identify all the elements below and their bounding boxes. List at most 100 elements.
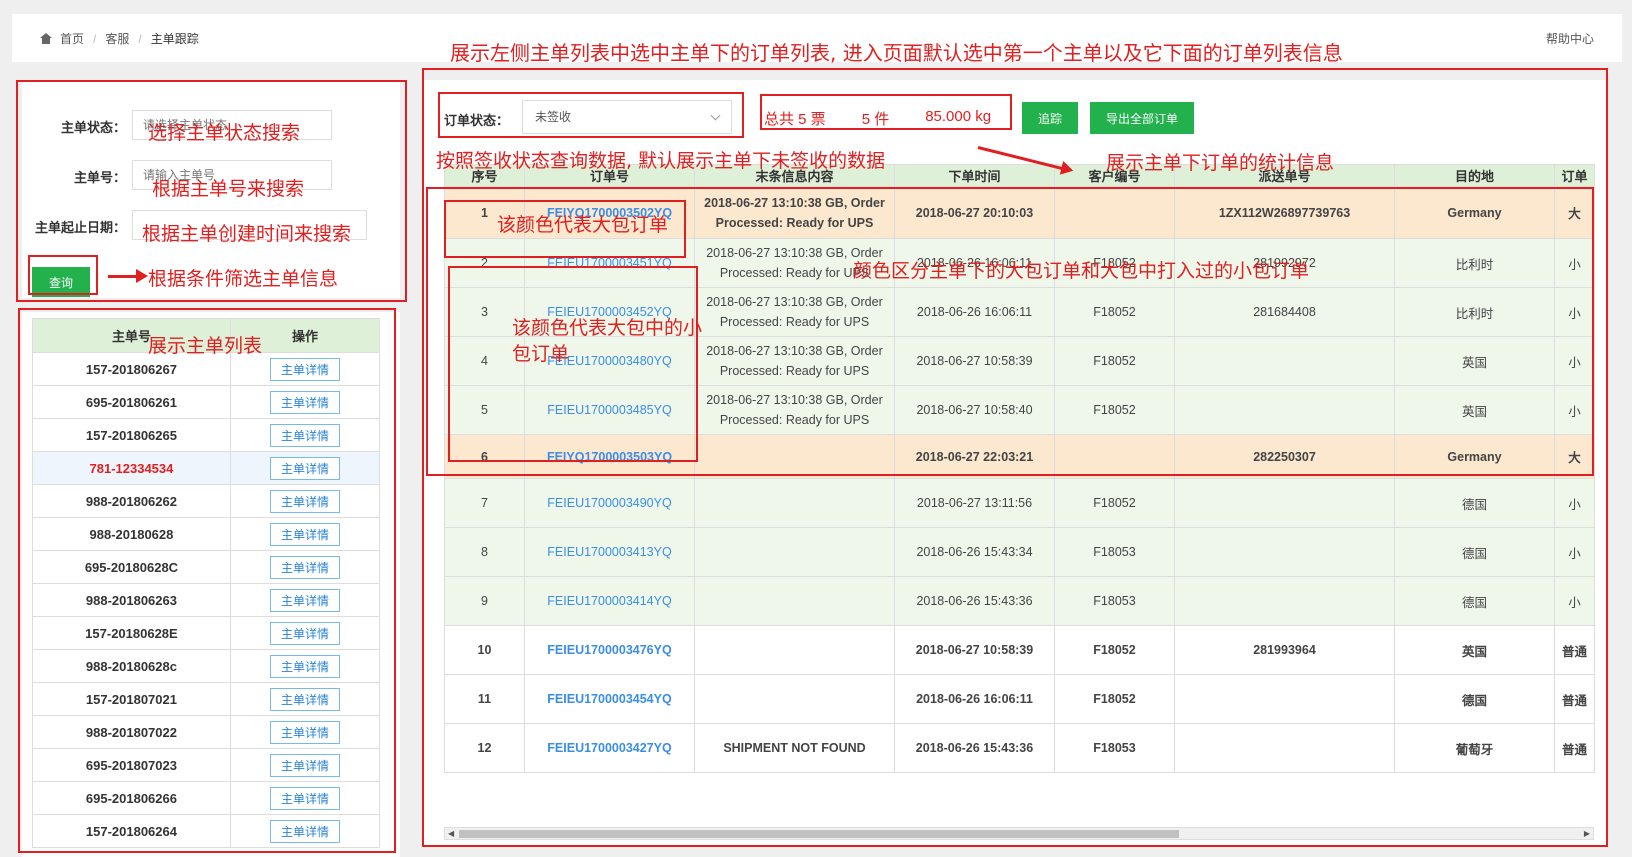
master-number[interactable]: 695-201806266 — [32, 781, 231, 815]
order-number-link[interactable]: FEIEU1700003413YQ — [524, 527, 695, 577]
master-row[interactable]: 695-201806261 主单详情 — [32, 385, 381, 419]
order-seq: 12 — [444, 723, 525, 773]
master-number[interactable]: 695-201807023 — [32, 748, 231, 782]
order-row[interactable]: 9 FEIEU1700003414YQ 2018-06-26 15:43:36 F18… — [444, 576, 1595, 626]
order-destination: 英国 — [1394, 625, 1555, 675]
order-row[interactable]: 8 FEIEU1700003413YQ 2018-06-26 15:43:34 F18… — [444, 527, 1595, 577]
track-button[interactable]: 追踪 — [1022, 102, 1078, 134]
order-status-select[interactable]: 未签收 — [522, 100, 732, 134]
master-number[interactable]: 157-20180628E — [32, 616, 231, 650]
master-action-cell: 主单详情 — [229, 583, 381, 617]
order-number-link[interactable]: FEIEU1700003427YQ — [524, 723, 695, 773]
breadcrumb-parent[interactable]: 客服 — [105, 30, 129, 47]
master-row[interactable]: 988-20180628c 主单详情 — [32, 649, 381, 683]
order-row[interactable]: 11 FEIEU1700003454YQ 2018-06-26 16:06:11 F1… — [444, 674, 1595, 724]
breadcrumb-separator: / — [93, 31, 97, 46]
master-detail-button[interactable]: 主单详情 — [269, 489, 340, 513]
order-row[interactable]: 5 FEIEU1700003485YQ 2018-06-27 13:10:38 GB… — [444, 385, 1595, 435]
master-row[interactable]: 988-20180628 主单详情 — [32, 517, 381, 551]
order-customer: F18052 — [1054, 625, 1175, 675]
master-number[interactable]: 157-201807021 — [32, 682, 231, 716]
order-customer: F18052 — [1054, 478, 1175, 528]
master-action-cell: 主单详情 — [229, 715, 381, 749]
master-row[interactable]: 695-201806266 主单详情 — [32, 781, 381, 815]
master-number[interactable]: 781-12334534 — [32, 451, 231, 485]
order-number-link[interactable]: FEIEU1700003451YQ — [524, 238, 695, 288]
master-detail-button[interactable]: 主单详情 — [269, 390, 340, 414]
master-detail-button[interactable]: 主单详情 — [269, 786, 340, 810]
order-number-link[interactable]: FEIEU1700003476YQ — [524, 625, 695, 675]
master-detail-button[interactable]: 主单详情 — [269, 687, 340, 711]
master-detail-button[interactable]: 主单详情 — [269, 588, 340, 612]
order-seq: 7 — [444, 478, 525, 528]
master-action-cell: 主单详情 — [229, 484, 381, 518]
order-customer — [1054, 434, 1175, 479]
order-number-link[interactable]: FEIYQ1700003503YQ — [524, 434, 695, 479]
master-number[interactable]: 695-20180628C — [32, 550, 231, 584]
master-row[interactable]: 988-201806263 主单详情 — [32, 583, 381, 617]
order-destination: Germany — [1394, 434, 1555, 479]
order-destination: Germany — [1394, 186, 1555, 239]
master-detail-button[interactable]: 主单详情 — [269, 720, 340, 744]
order-delivery-number — [1174, 336, 1395, 386]
master-number[interactable]: 988-201806263 — [32, 583, 231, 617]
query-button[interactable]: 查询 — [32, 267, 90, 297]
order-time: 2018-06-26 15:43:36 — [894, 576, 1055, 626]
master-detail-button[interactable]: 主单详情 — [269, 654, 340, 678]
order-last-info: 2018-06-27 13:10:38 GB, Order Processed:… — [694, 385, 895, 435]
master-number[interactable]: 988-201806262 — [32, 484, 231, 518]
master-row[interactable]: 988-201807022 主单详情 — [32, 715, 381, 749]
order-delivery-number — [1174, 723, 1395, 773]
order-number-link[interactable]: FEIEU1700003485YQ — [524, 385, 695, 435]
help-center-link[interactable]: 帮助中心 — [1546, 30, 1594, 47]
order-destination: 英国 — [1394, 385, 1555, 435]
master-row[interactable]: 157-201806265 主单详情 — [32, 418, 381, 452]
order-header-7: 订单 — [1554, 164, 1595, 187]
order-row[interactable]: 7 FEIEU1700003490YQ 2018-06-27 13:11:56 F18… — [444, 478, 1595, 528]
breadcrumb-home[interactable]: 首页 — [60, 30, 84, 47]
master-number[interactable]: 157-201806265 — [32, 418, 231, 452]
master-number[interactable]: 988-201807022 — [32, 715, 231, 749]
master-detail-button[interactable]: 主单详情 — [269, 753, 340, 777]
master-detail-button[interactable]: 主单详情 — [269, 423, 340, 447]
master-detail-button[interactable]: 主单详情 — [269, 555, 340, 579]
horizontal-scrollbar[interactable]: ◀ ▶ — [444, 827, 1594, 840]
master-row[interactable]: 695-201807023 主单详情 — [32, 748, 381, 782]
order-destination: 德国 — [1394, 674, 1555, 724]
annotation-list: 展示主单列表 — [148, 335, 263, 357]
order-row[interactable]: 10 FEIEU1700003476YQ 2018-06-27 10:58:39 F1… — [444, 625, 1595, 675]
order-row[interactable]: 12 FEIEU1700003427YQ SHIPMENT NOT FOUND 201… — [444, 723, 1595, 773]
master-number[interactable]: 988-20180628 — [32, 517, 231, 551]
order-delivery-number — [1174, 527, 1395, 577]
master-row[interactable]: 781-12334534 主单详情 — [32, 451, 381, 485]
master-row[interactable]: 988-201806262 主单详情 — [32, 484, 381, 518]
master-row[interactable]: 157-201807021 主单详情 — [32, 682, 381, 716]
order-row[interactable]: 6 FEIYQ1700003503YQ 2018-06-27 22:03:21 282… — [444, 434, 1595, 479]
master-detail-button[interactable]: 主单详情 — [269, 357, 340, 381]
order-number-link[interactable]: FEIEU1700003490YQ — [524, 478, 695, 528]
master-row[interactable]: 157-201806264 主单详情 — [32, 814, 381, 848]
export-all-button[interactable]: 导出全部订单 — [1090, 102, 1194, 134]
annotation-query: 根据条件筛选主单信息 — [148, 268, 339, 290]
master-row[interactable]: 157-20180628E 主单详情 — [32, 616, 381, 650]
order-number-link[interactable]: FEIEU1700003454YQ — [524, 674, 695, 724]
scroll-right-icon[interactable]: ▶ — [1584, 828, 1590, 840]
annotation-small: 该颜色代表大包中的小包订单 — [512, 317, 703, 365]
order-last-info — [694, 674, 895, 724]
master-number[interactable]: 988-20180628c — [32, 649, 231, 683]
master-detail-button[interactable]: 主单详情 — [269, 621, 340, 645]
master-row[interactable]: 695-20180628C 主单详情 — [32, 550, 381, 584]
order-customer: F18053 — [1054, 527, 1175, 577]
master-detail-button[interactable]: 主单详情 — [269, 819, 340, 843]
stat-pieces: 5 件 — [861, 111, 890, 128]
order-time: 2018-06-26 16:06:11 — [894, 287, 1055, 337]
master-detail-button[interactable]: 主单详情 — [269, 456, 340, 480]
scrollbar-thumb[interactable] — [459, 830, 1179, 838]
master-detail-button[interactable]: 主单详情 — [269, 522, 340, 546]
master-number[interactable]: 695-201806261 — [32, 385, 231, 419]
scroll-left-icon[interactable]: ◀ — [448, 828, 454, 840]
order-kind: 大 — [1554, 186, 1595, 239]
order-number-link[interactable]: FEIEU1700003414YQ — [524, 576, 695, 626]
order-status-value: 未签收 — [535, 110, 572, 124]
master-number[interactable]: 157-201806264 — [32, 814, 231, 848]
